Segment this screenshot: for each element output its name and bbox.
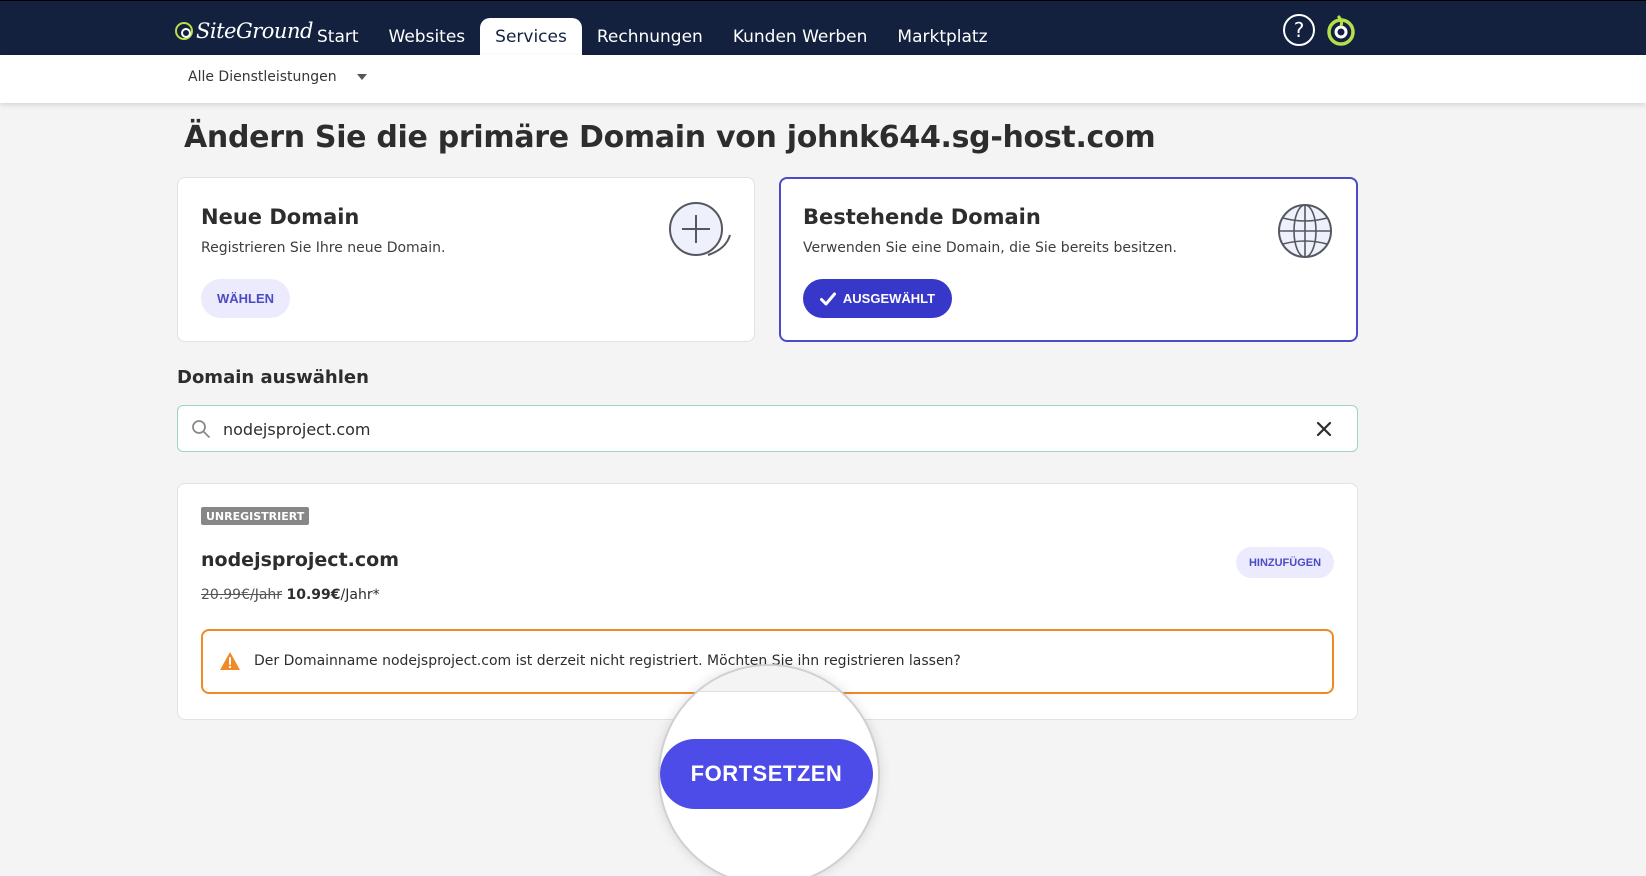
status-badge: UNREGISTRIERT [201, 507, 310, 525]
result-domain-name: nodejsproject.com [201, 549, 399, 571]
price-new: 10.99€ [286, 587, 341, 603]
nav-item-kunden-werben[interactable]: Kunden Werben [718, 18, 883, 56]
existing-domain-card[interactable]: Bestehende Domain Verwenden Sie eine Dom… [779, 177, 1358, 342]
checkmark-icon [819, 292, 836, 305]
nav-item-marktplatz[interactable]: Marktplatz [882, 18, 1002, 56]
help-icon[interactable]: ? [1283, 14, 1315, 46]
siteground-logo[interactable]: SiteGround [175, 18, 313, 44]
add-domain-button[interactable]: HINZUFÜGEN [1236, 547, 1334, 578]
domain-search-box [177, 405, 1358, 452]
existing-domain-title: Bestehende Domain [803, 205, 1041, 229]
nav-item-start[interactable]: Start [302, 18, 374, 56]
siteground-logo-icon [175, 22, 193, 40]
plus-circle-icon [668, 201, 732, 261]
choose-new-domain-button[interactable]: WÄHLEN [201, 279, 290, 318]
services-filter-dropdown[interactable]: Alle Dienstleistungen [188, 69, 367, 85]
price-suffix: /Jahr* [340, 587, 380, 603]
services-filter-label: Alle Dienstleistungen [188, 69, 337, 85]
page-title: Ändern Sie die primäre Domain von johnk6… [184, 120, 1156, 155]
continue-button[interactable]: FORTSETZEN [660, 739, 873, 809]
domain-search-input[interactable] [223, 416, 1273, 442]
top-navigation-bar: SiteGround Start Websites Services Rechn… [0, 0, 1646, 56]
new-domain-title: Neue Domain [201, 205, 360, 229]
nav-item-websites[interactable]: Websites [374, 18, 481, 56]
price-old: 20.99€/Jahr [201, 587, 283, 603]
price-row: 20.99€/Jahr 10.99€/Jahr* [201, 587, 380, 603]
account-icon[interactable] [1326, 13, 1356, 47]
existing-domain-selected-button[interactable]: AUSGEWÄHLT [803, 279, 952, 318]
chevron-down-icon [356, 74, 367, 80]
globe-icon [1276, 202, 1334, 260]
main-nav: Start Websites Services Rechnungen Kunde… [302, 18, 1003, 56]
logo-text: SiteGround [196, 19, 313, 43]
nav-item-services[interactable]: Services [480, 18, 582, 56]
warning-icon [219, 651, 241, 671]
domain-select-label: Domain auswählen [177, 367, 369, 388]
sub-navigation-bar: Alle Dienstleistungen [0, 55, 1646, 103]
search-icon [191, 419, 211, 439]
existing-domain-description: Verwenden Sie eine Domain, die Sie berei… [803, 240, 1177, 256]
nav-item-rechnungen[interactable]: Rechnungen [582, 18, 718, 56]
magnifier-strip [660, 666, 878, 692]
clear-icon[interactable] [1315, 420, 1333, 438]
new-domain-card[interactable]: Neue Domain Registrieren Sie Ihre neue D… [177, 177, 755, 342]
existing-domain-selected-label: AUSGEWÄHLT [842, 291, 936, 306]
new-domain-description: Registrieren Sie Ihre neue Domain. [201, 240, 446, 256]
